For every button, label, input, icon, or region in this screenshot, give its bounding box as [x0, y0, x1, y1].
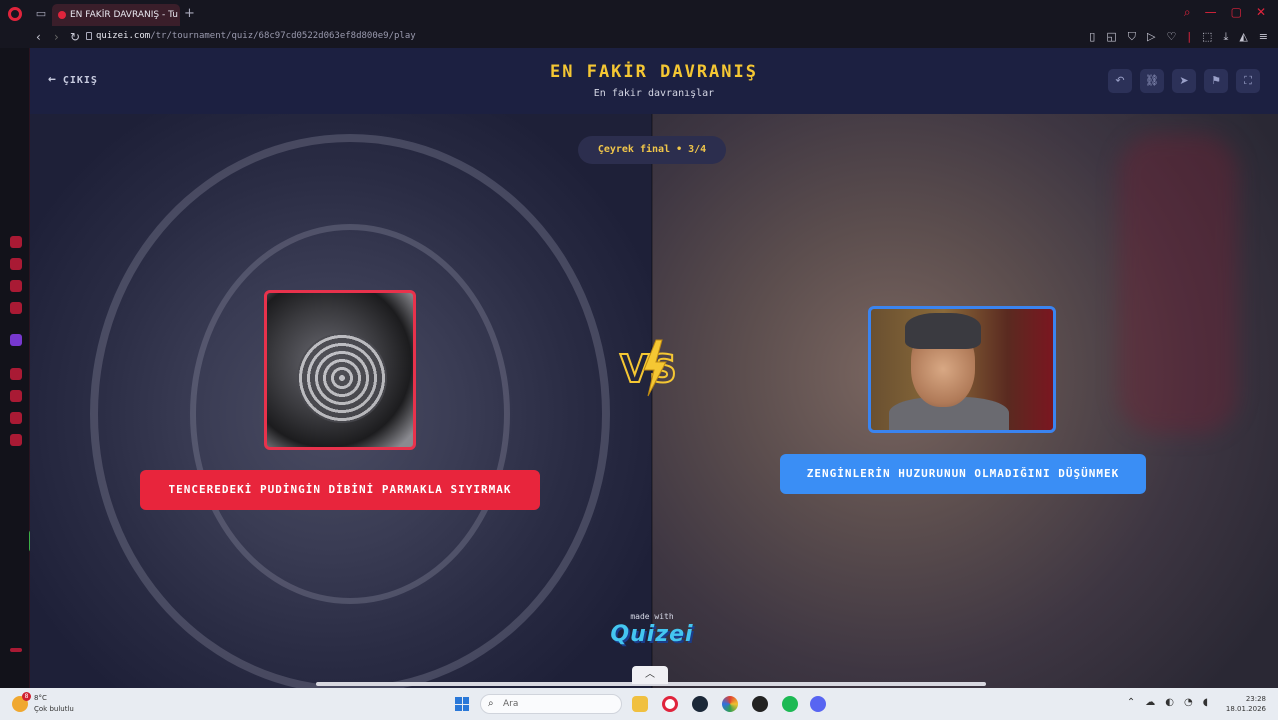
round-badge: Çeyrek final • 3/4: [578, 136, 726, 164]
new-tab-button[interactable]: +: [184, 6, 195, 21]
address-bar: ‹ › ↻ quizei.com/tr/tournament/quiz/68c9…: [0, 28, 1278, 48]
tray-chevron-icon[interactable]: ⌃: [1127, 697, 1135, 708]
sidebar-more-icon[interactable]: [10, 648, 22, 652]
header-actions: ↶ ⛓ ➤ ⚑ ⛶: [1108, 69, 1260, 93]
tray-app-icon[interactable]: ◐: [1165, 697, 1174, 708]
spotify-icon[interactable]: [782, 696, 798, 712]
page-subtitle: En fakir davranışlar: [593, 88, 715, 99]
forward-button[interactable]: ›: [54, 30, 59, 44]
left-option-image[interactable]: [264, 290, 416, 450]
sidebar-bookmarks-icon[interactable]: [10, 258, 22, 270]
lock-icon: [86, 32, 92, 40]
tray-volume-icon[interactable]: ◖: [1203, 697, 1208, 708]
right-option-image[interactable]: [868, 306, 1056, 433]
pot-picture: [297, 333, 387, 423]
report-flag-button[interactable]: ⚑: [1204, 69, 1228, 93]
right-bg-glow: [1118, 134, 1238, 434]
download-icon[interactable]: ⤓: [1223, 30, 1228, 44]
weather-widget[interactable]: 8 8°C Çok bulutlu: [12, 692, 92, 716]
sidebar-instagram-icon[interactable]: [10, 302, 22, 314]
steam-icon[interactable]: [692, 696, 708, 712]
heart-icon[interactable]: ♡: [1166, 30, 1176, 44]
maximize-button[interactable]: ▢: [1231, 5, 1242, 20]
sidebar-twitch-icon[interactable]: [10, 334, 22, 346]
back-button[interactable]: ‹: [36, 30, 41, 44]
fullscreen-button[interactable]: ⛶: [1236, 69, 1260, 93]
close-window-button[interactable]: ✕: [1256, 5, 1266, 20]
page-title: EN FAKİR DAVRANIŞ: [550, 62, 758, 82]
reload-button[interactable]: ↻: [70, 30, 80, 44]
sidebar-settings-icon[interactable]: [10, 434, 22, 446]
made-with-label: made with: [630, 612, 674, 621]
browser-sidebar: [0, 48, 30, 688]
vs-lightning-icon: VS: [619, 339, 678, 397]
sidebar-send-icon[interactable]: [10, 412, 22, 424]
play-icon[interactable]: ▷: [1147, 30, 1155, 44]
clock-date: 18.01.2026: [1225, 705, 1266, 713]
windows-start-icon[interactable]: [455, 697, 469, 711]
sidebar-messenger-icon[interactable]: [10, 280, 22, 292]
chrome-icon[interactable]: [722, 696, 738, 712]
right-option-button[interactable]: ZENGİNLERİN HUZURUNUN OLMADIĞINI DÜŞÜNME…: [780, 454, 1146, 494]
snapshot-icon[interactable]: ◱: [1106, 30, 1116, 44]
screen: ▭ EN FAKİR DAVRANIŞ - Tu + ⌕ — ▢ ✕ ‹ › ↻…: [0, 0, 1278, 720]
window-controls: ⌕ — ▢ ✕: [1184, 5, 1266, 20]
url-path: /tr/tournament/quiz/68c97cd0522d063ef8d8…: [150, 31, 416, 41]
minimize-button[interactable]: —: [1205, 5, 1217, 20]
arena-divider: [651, 114, 653, 688]
clock[interactable]: 23:28 18.01.2026: [1226, 694, 1266, 714]
file-explorer-icon[interactable]: [632, 696, 648, 712]
weather-temperature: 8°C: [34, 694, 47, 702]
search-tabs-icon[interactable]: ⌕: [1184, 5, 1191, 20]
divider-icon: |: [1187, 30, 1192, 43]
browser-tab[interactable]: EN FAKİR DAVRANIŞ - Tu: [52, 4, 180, 26]
clock-time: 23:28: [1245, 695, 1266, 703]
discord-icon[interactable]: [810, 696, 826, 712]
person-hair: [905, 313, 981, 349]
url-field[interactable]: quizei.com/tr/tournament/quiz/68c97cd052…: [96, 31, 416, 41]
sidebar-history-icon[interactable]: [10, 390, 22, 402]
quiz-header: ← ÇIKIŞ EN FAKİR DAVRANIŞ En fakir davran…: [30, 48, 1278, 114]
menu-icon[interactable]: ≡: [1259, 30, 1268, 44]
search-icon: ⌕: [488, 698, 494, 709]
tray-cloud-icon[interactable]: ☁: [1145, 697, 1155, 708]
extensions-icon[interactable]: ⬚: [1202, 30, 1212, 44]
notification-badge: 8: [22, 692, 31, 701]
sidebar-music-icon[interactable]: [10, 368, 22, 380]
weather-description: Çok bulutlu: [34, 705, 74, 713]
quizei-logo[interactable]: Quizei: [592, 622, 712, 647]
ai-icon[interactable]: ◭: [1239, 30, 1247, 44]
share-button[interactable]: ➤: [1172, 69, 1196, 93]
search-placeholder: Ara: [503, 699, 519, 709]
extension-toolbar: ▯ ◱ ⛉ ▷ ♡ | ⬚ ⤓ ◭ ≡: [1089, 30, 1268, 44]
taskbar-search[interactable]: ⌕ Ara: [480, 694, 622, 714]
undo-button[interactable]: ↶: [1108, 69, 1132, 93]
browser-tab-bar: ▭ EN FAKİR DAVRANIŞ - Tu + ⌕ — ▢ ✕: [0, 0, 1278, 28]
url-host: quizei.com: [96, 31, 151, 41]
shield-icon[interactable]: ⛉: [1128, 30, 1136, 44]
link-button[interactable]: ⛓: [1140, 69, 1164, 93]
phone-icon[interactable]: ▯: [1089, 30, 1095, 44]
sidebar-speed-dial-icon[interactable]: [10, 236, 22, 248]
opera-taskbar-icon[interactable]: [662, 696, 678, 712]
tray-wifi-icon[interactable]: ◔: [1184, 697, 1193, 708]
system-tray: ⌃ ☁ ◐ ◔ ◖: [1127, 697, 1208, 708]
windows-taskbar: 8 8°C Çok bulutlu ⌕ Ara ⌃ ☁ ◐ ◔ ◖ 23:28 …: [0, 688, 1278, 720]
match-arena: Çeyrek final • 3/4 TENCEREDEKİ PUDİNGİN …: [30, 114, 1278, 688]
app-icon[interactable]: [752, 696, 768, 712]
left-option-button[interactable]: TENCEREDEKİ PUDİNGİN DİBİNİ PARMAKLA SIY…: [140, 470, 540, 510]
opera-logo-icon[interactable]: [8, 7, 22, 21]
chevron-up-icon[interactable]: ︿: [632, 666, 668, 684]
tab-list-icon[interactable]: ▭: [34, 7, 48, 21]
